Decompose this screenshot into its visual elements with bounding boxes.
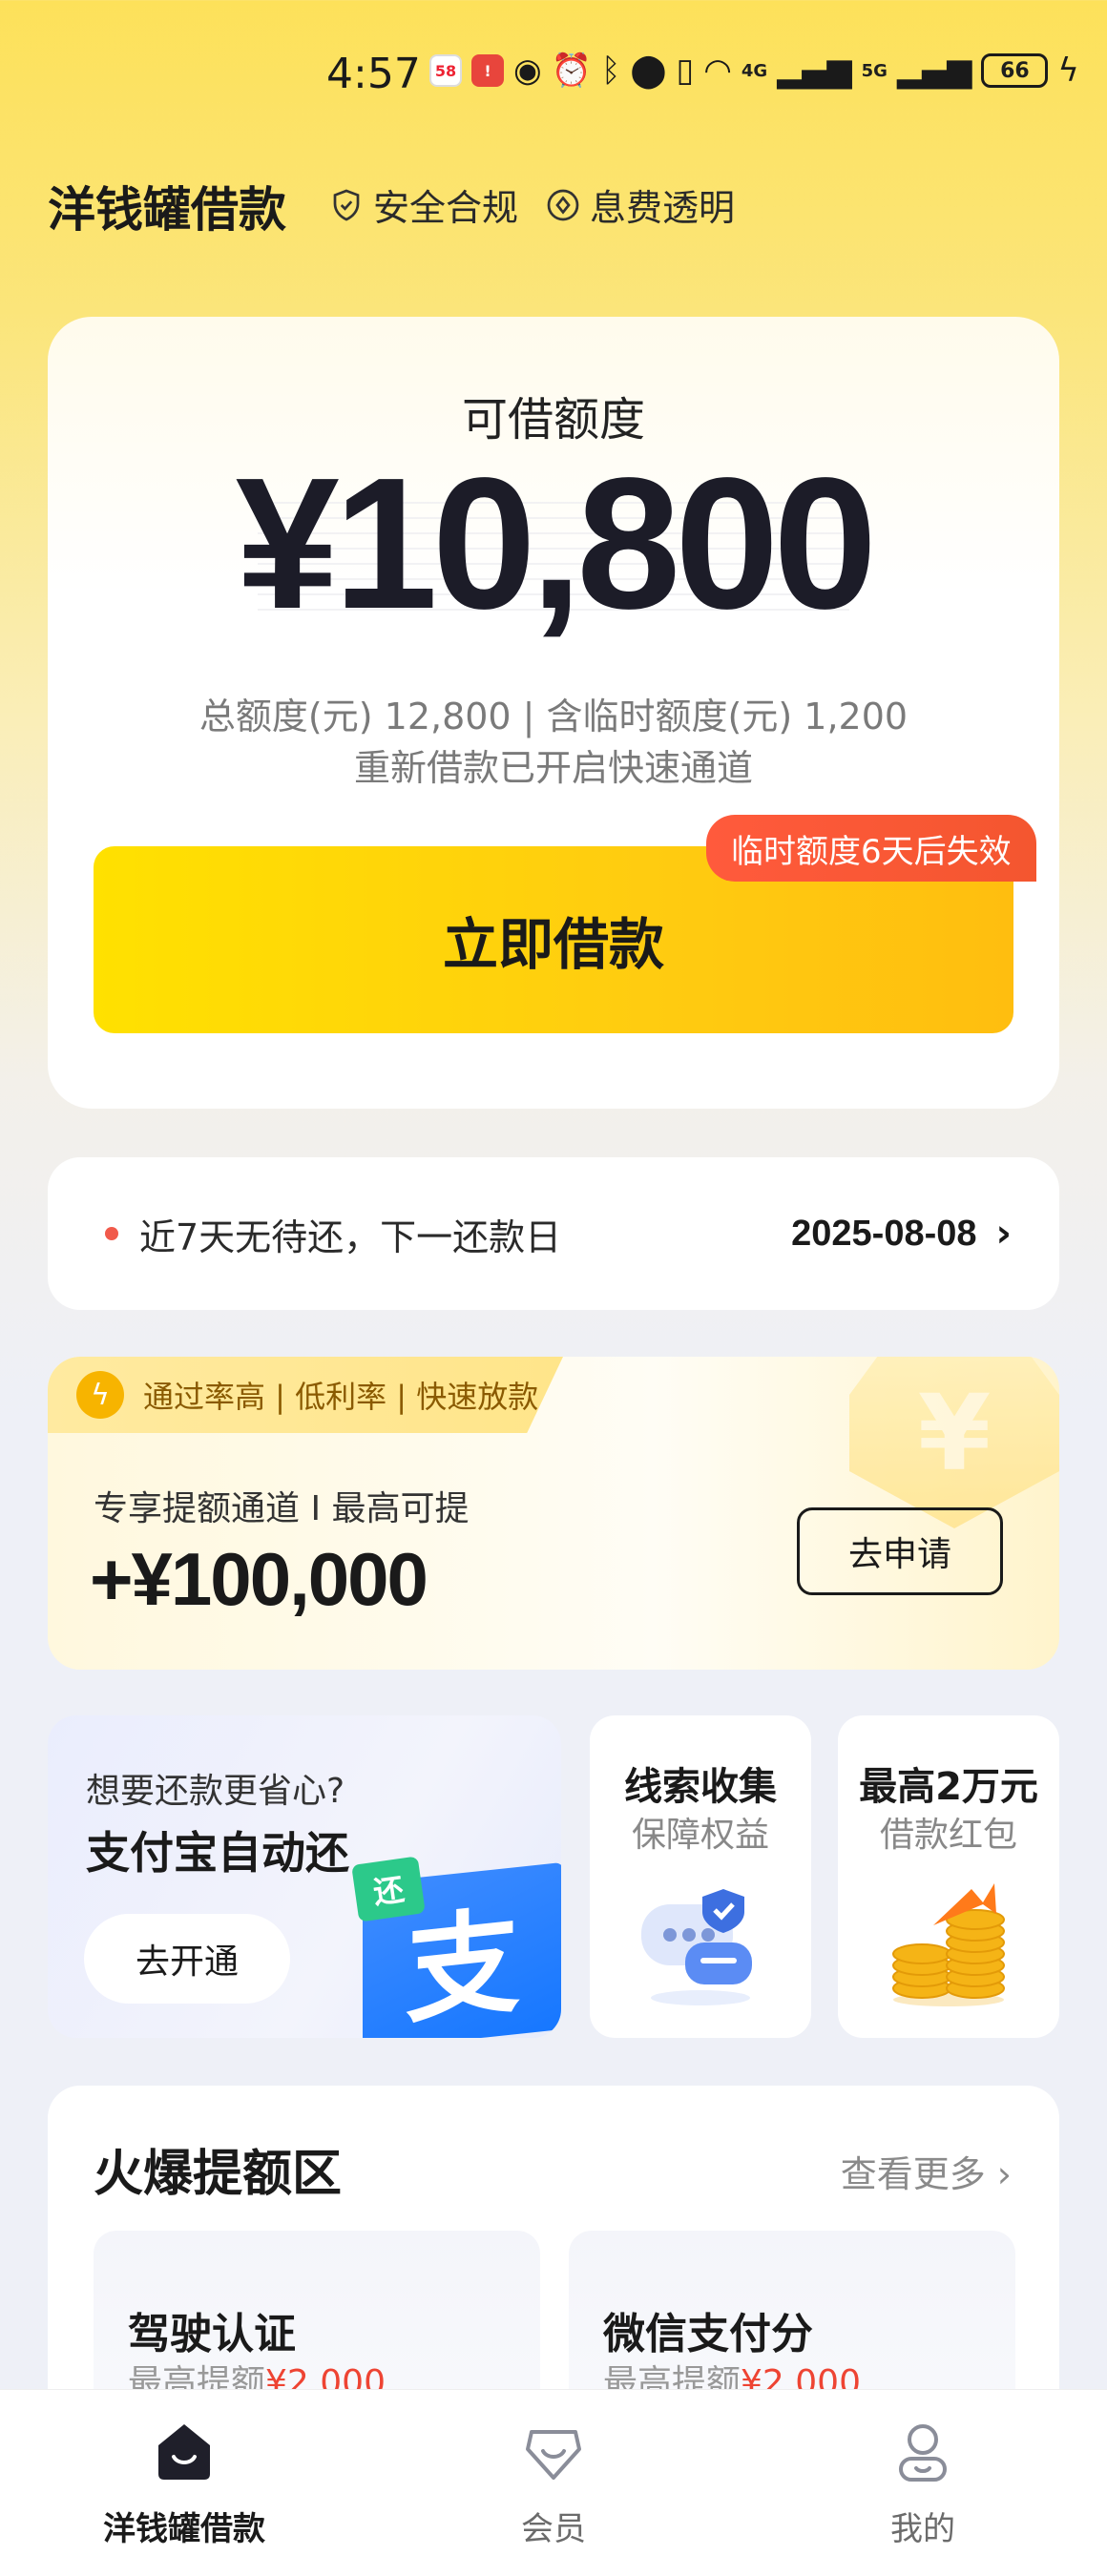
credit-amount: ¥10,800 [235,439,878,648]
badge-security-label: 安全合规 [373,187,519,229]
nav-item-member[interactable]: 会员 [369,2390,738,2576]
home-icon [158,2424,210,2480]
mini-card-lead-collection[interactable]: 线索收集 保障权益 [590,1715,811,2038]
mini-card-title: 最高2万元 [859,1765,1038,1809]
mini-card-title: 线索收集 [624,1765,777,1809]
badge-transparent: 息费透明 [546,178,735,231]
profile-icon [899,2424,947,2482]
status-time: 4:57 [326,50,421,98]
nav-label: 我的 [890,2510,955,2548]
signal-icon-2: ▂▄▆ [896,52,972,90]
yen-shield-icon: ¥ [849,1357,1059,1528]
nav-label: 洋钱罐借款 [103,2510,265,2548]
location-icon: ⬤ [630,52,667,90]
diamond-icon [547,189,579,220]
credit-detail: 总额度(元) 12,800 | 含临时额度(元) 1,200 [198,696,909,737]
status-icons: 58 ! ◉ ⏰ ᛒ ⬤ ▯ ◠ 4G ▂▄▆ 5G ▂▄▆ 66 ϟ [429,53,1079,88]
chevron-right-icon: › [995,1212,1012,1256]
network-5g-label: 5G [861,60,888,81]
signal-icon-1: ▂▄▆ [777,52,852,90]
chat-bubble-icon [641,1889,752,2005]
credit-card: 可借额度 ¥10,800 总额度(元) 12,800 | 含临时额度(元) 1,… [48,317,1059,1109]
promo-amount: +¥100,000 [90,1537,428,1621]
hot-item-title: 微信支付分 [603,2310,813,2358]
repay-date: 2025-08-08 [791,1213,977,1254]
enable-autopay-button[interactable]: 去开通 [84,1914,290,2004]
app-58-icon: 58 [429,54,462,87]
bottom-nav: 洋钱罐借款 会员 我的 [0,2389,1107,2576]
app-notification-icon: ! [471,54,504,87]
hot-item-title: 驾驶认证 [128,2310,296,2358]
repay-tag-icon: 还 [351,1856,426,1922]
alipay-question: 想要还款更省心? [86,1772,345,1811]
status-dot [105,1227,118,1240]
fast-lane-note: 重新借款已开启快速通道 [353,747,753,789]
app-title: 洋钱罐借款 [48,182,286,238]
shield-check-icon [333,189,360,220]
promo-tag-text: 通过率高 | 低利率 | 快速放款 [143,1379,539,1415]
temp-quota-tag: 临时额度6天后失效 [706,815,1036,882]
section-title: 火爆提额区 [94,2146,343,2203]
promo-subtitle: 专享提额通道 I 最高可提 [94,1489,470,1528]
alarm-icon: ⏰ [551,52,593,90]
nav-label: 会员 [521,2510,586,2548]
repay-info-row[interactable]: 近7天无待还，下一还款日 2025-08-08 › [48,1157,1059,1310]
mini-card-subtitle: 保障权益 [631,1816,769,1855]
apply-button[interactable]: 去申请 [797,1507,1003,1595]
vibrate-icon: ▯ [676,52,695,90]
badge-security: 安全合规 [329,178,518,231]
network-4g-label: 4G [741,60,768,81]
bluetooth-icon: ᛒ [601,52,621,90]
repay-text: 近7天无待还，下一还款日 [139,1215,562,1258]
promo-tag: ϟ 通过率高 | 低利率 | 快速放款 [48,1357,563,1433]
lightning-icon: ϟ [76,1371,124,1419]
alipay-title: 支付宝自动还 [86,1827,349,1879]
wifi-icon: ◠ [703,52,732,90]
alipay-autopay-card: 想要还款更省心? 支付宝自动还 去开通 支 还 [48,1715,561,2038]
mini-card-loan-coupon[interactable]: 最高2万元 借款红包 [838,1715,1059,2038]
badge-transparent-label: 息费透明 [590,187,736,229]
battery-icon: 66 [981,53,1049,88]
gold-coins-icon [892,1883,1005,2006]
status-bar: 4:57 58 ! ◉ ⏰ ᛒ ⬤ ▯ ◠ 4G ▂▄▆ 5G ▂▄▆ 66 ϟ [0,0,1107,143]
eye-icon: ◉ [513,52,542,90]
view-more-link[interactable]: 查看更多 › [841,2145,1012,2197]
charging-icon: ϟ [1057,52,1079,90]
mini-card-subtitle: 借款红包 [879,1816,1017,1855]
nav-item-loan[interactable]: 洋钱罐借款 [0,2390,368,2576]
nav-item-profile[interactable]: 我的 [739,2390,1107,2576]
member-icon [526,2430,581,2480]
promo-card: ¥ ϟ 通过率高 | 低利率 | 快速放款 专享提额通道 I 最高可提 +¥10… [48,1357,1059,1670]
